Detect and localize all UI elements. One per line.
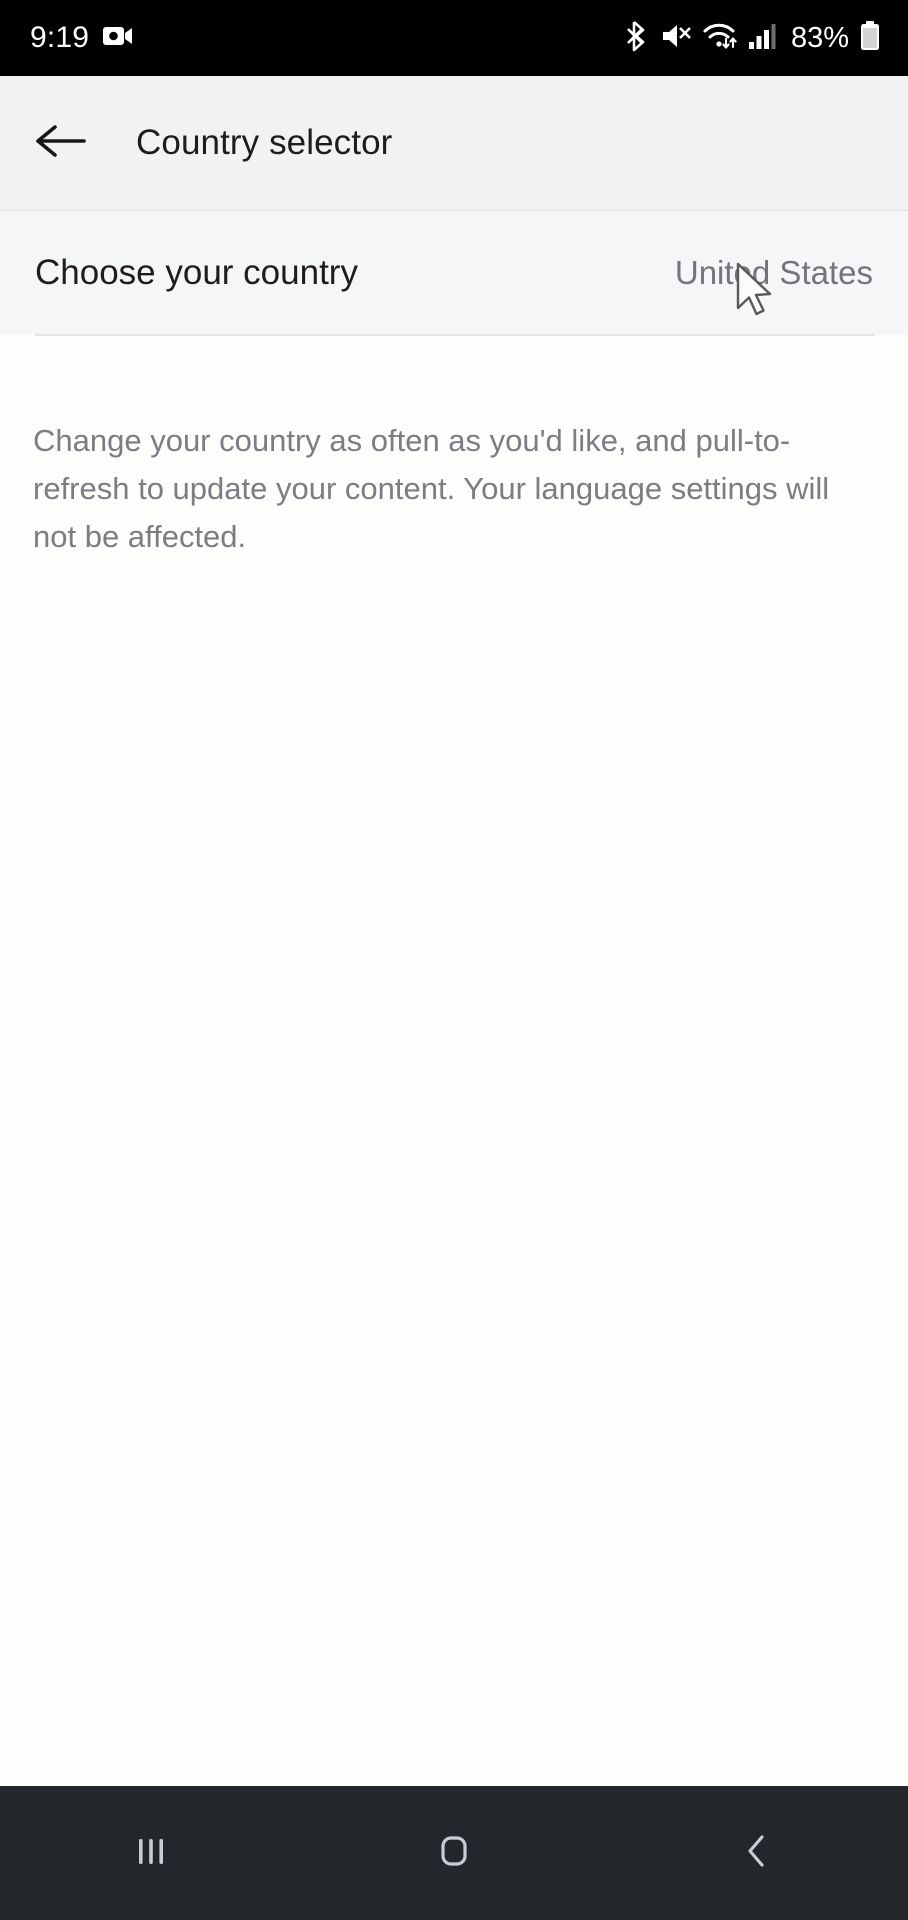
arrow-left-icon [34, 121, 86, 166]
home-button[interactable] [303, 1786, 606, 1920]
recents-icon [130, 1830, 172, 1877]
bluetooth-icon [626, 20, 650, 57]
choose-country-label: Choose your country [35, 253, 358, 292]
cellular-signal-icon [748, 22, 776, 55]
page-title: Country selector [136, 123, 393, 162]
wifi-icon [703, 21, 737, 56]
chevron-left-icon [736, 1830, 778, 1877]
selected-country-value: United States [674, 254, 873, 291]
battery-percent-label: 83% [790, 21, 849, 54]
status-bar-left: 9:19 [30, 23, 133, 53]
description-text: Change your country as often as you'd li… [33, 423, 830, 554]
battery-icon [860, 20, 880, 56]
status-bar: 9:19 83% [0, 0, 908, 76]
status-bar-right: 83% [626, 20, 880, 57]
volume-mute-icon [661, 22, 692, 55]
home-icon [433, 1830, 475, 1877]
screen-record-icon [103, 25, 133, 52]
app-bar: Country selector [0, 76, 908, 210]
system-navigation-bar [0, 1786, 908, 1920]
choose-country-row[interactable]: Choose your country United States [0, 211, 908, 335]
back-nav-button[interactable] [605, 1786, 908, 1920]
status-clock: 9:19 [30, 21, 90, 54]
back-button[interactable] [12, 95, 108, 191]
description-section: Change your country as often as you'd li… [0, 336, 908, 1786]
recents-button[interactable] [0, 1786, 303, 1920]
